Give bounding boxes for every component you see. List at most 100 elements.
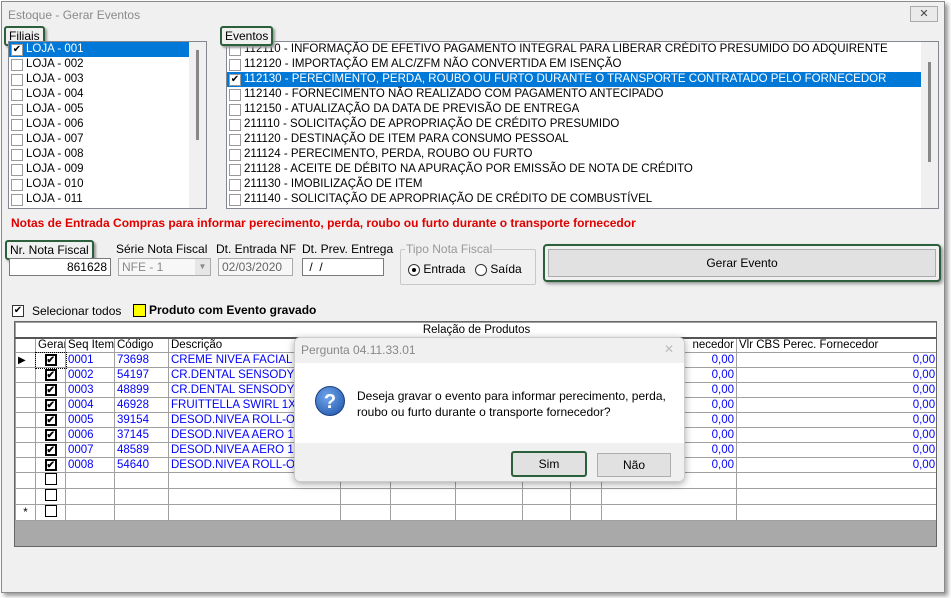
evento-checkbox[interactable] (229, 58, 241, 71)
evento-item-label: 112150 - ATUALIZAÇÃO DA DATA DE PREVISÃO… (244, 103, 580, 115)
gerar-evento-button[interactable]: Gerar Evento (543, 244, 941, 282)
gerar-checkbox[interactable]: ✔ (44, 399, 57, 411)
evento-item[interactable]: 112140 - FORNECIMENTO NÃO REALIZADO COM … (227, 87, 938, 102)
eventos-list[interactable]: 112110 - INFORMAÇÃO DE EFETIVO PAGAMENTO… (226, 41, 939, 209)
evento-item[interactable]: 112150 - ATUALIZAÇÃO DA DATA DE PREVISÃO… (227, 102, 938, 117)
gerar-cell[interactable]: ✔ (34, 351, 67, 369)
column-header[interactable]: Código (114, 337, 169, 353)
filial-item[interactable]: LOJA - 010 (9, 177, 206, 192)
evento-item[interactable]: 211120 - DESTINAÇÃO DE ITEM PARA CONSUMO… (227, 132, 938, 147)
filial-item[interactable]: LOJA - 004 (9, 87, 206, 102)
evento-item[interactable]: 211110 - SOLICITAÇÃO DE APROPRIAÇÃO DE C… (227, 117, 938, 132)
evento-item[interactable]: 112120 - IMPORTAÇÃO EM ALC/ZFM NÃO CONVE… (227, 57, 938, 72)
gerar-cell[interactable]: ✔ (35, 442, 66, 458)
filial-checkbox[interactable] (11, 148, 23, 161)
gerar-cell[interactable]: ✔ (35, 397, 66, 413)
column-header[interactable]: Vlr CBS Perec. Fornecedor (735, 337, 936, 353)
evento-item[interactable]: 112110 - INFORMAÇÃO DE EFETIVO PAGAMENTO… (227, 42, 938, 57)
gerar-cell[interactable]: ✔ (35, 427, 66, 443)
filial-checkbox[interactable]: ✔ (11, 43, 23, 56)
filial-item[interactable]: LOJA - 005 (9, 102, 206, 117)
filial-checkbox[interactable] (11, 118, 23, 131)
filial-item[interactable]: LOJA - 011 (9, 192, 206, 207)
evento-checkbox[interactable] (229, 88, 241, 101)
cell-empty (735, 504, 936, 521)
evento-checkbox[interactable] (229, 193, 241, 206)
filial-item[interactable]: LOJA - 007 (9, 132, 206, 147)
dt-entrada-input[interactable]: 02/03/2020 (218, 258, 293, 276)
scroll-thumb[interactable] (928, 62, 931, 162)
filial-item[interactable]: LOJA - 002 (9, 57, 206, 72)
gerar-cell[interactable]: ✔ (35, 367, 66, 383)
gerar-checkbox[interactable] (44, 489, 57, 501)
evento-checkbox[interactable] (229, 148, 241, 161)
evento-checkbox[interactable] (229, 133, 241, 146)
gerar-checkbox[interactable]: ✔ (44, 429, 57, 441)
column-header[interactable]: Seq Item (65, 337, 115, 353)
filial-checkbox[interactable] (11, 133, 23, 146)
radio-entrada[interactable]: Entrada (408, 262, 465, 276)
filial-checkbox[interactable] (11, 163, 23, 176)
filiais-list[interactable]: ✔ LOJA - 001 LOJA - 002 LOJA - 003 LOJA - 00… (8, 41, 207, 209)
cell-empty (455, 488, 523, 505)
gerar-cell[interactable]: ✔ (35, 412, 66, 428)
evento-checkbox[interactable]: ✔ (229, 73, 241, 86)
filial-checkbox[interactable] (11, 103, 23, 116)
yes-button[interactable]: Sim (511, 451, 587, 477)
gerar-checkbox[interactable]: ✔ (44, 369, 57, 381)
evento-item[interactable]: ✔ 112130 - PERECIMENTO, PERDA, ROUBO OU F… (227, 72, 938, 87)
radio-saida[interactable]: Saída (475, 262, 522, 276)
gerar-cell[interactable] (35, 504, 66, 521)
row-indicator (15, 412, 36, 428)
window-close-button[interactable]: ✕ (910, 6, 938, 22)
gerar-checkbox[interactable] (44, 473, 57, 485)
filial-item[interactable]: LOJA - 009 (9, 162, 206, 177)
gerar-checkbox[interactable]: ✔ (44, 384, 57, 396)
nr-nota-input[interactable]: 861628 (9, 258, 111, 276)
filial-checkbox[interactable] (11, 178, 23, 191)
table-row-empty[interactable] (15, 488, 936, 505)
evento-item[interactable]: 211140 - SOLICITAÇÃO DE APROPRIAÇÃO DE C… (227, 192, 938, 207)
filial-item[interactable]: LOJA - 008 (9, 147, 206, 162)
filial-scrollbar[interactable] (189, 42, 206, 208)
evento-checkbox[interactable] (229, 103, 241, 116)
filial-checkbox[interactable] (11, 193, 23, 206)
gerar-checkbox[interactable]: ✔ (44, 354, 57, 366)
select-all-checkbox[interactable]: ✔ Selecionar todos (12, 304, 121, 318)
evento-checkbox[interactable] (229, 178, 241, 191)
serie-select[interactable]: NFE - 1 ▼ (118, 258, 211, 276)
evento-item[interactable]: 211124 - PERECIMENTO, PERDA, ROUBO OU FU… (227, 147, 938, 162)
gerar-checkbox[interactable]: ✔ (44, 459, 57, 471)
gerar-cell[interactable] (35, 472, 66, 489)
filial-item-label: LOJA - 005 (26, 103, 84, 115)
dt-prev-input[interactable]: / / (302, 258, 384, 276)
evento-scrollbar[interactable] (921, 42, 938, 208)
filial-checkbox[interactable] (11, 88, 23, 101)
evento-item-label: 211120 - DESTINAÇÃO DE ITEM PARA CONSUMO… (244, 133, 569, 145)
filial-checkbox[interactable] (11, 58, 23, 71)
column-header[interactable]: Gerar (35, 337, 66, 353)
gerar-cell[interactable]: ✔ (35, 382, 66, 398)
table-row-empty[interactable]: * (15, 504, 936, 521)
dialog-close-icon[interactable]: ✕ (664, 342, 674, 356)
scroll-thumb[interactable] (196, 50, 199, 140)
filial-checkbox[interactable] (11, 73, 23, 86)
gerar-checkbox[interactable]: ✔ (44, 414, 57, 426)
filial-item[interactable]: LOJA - 006 (9, 117, 206, 132)
no-button[interactable]: Não (597, 453, 671, 477)
filial-item[interactable]: ✔ LOJA - 001 (9, 42, 206, 57)
evento-checkbox[interactable] (229, 118, 241, 131)
cell-empty (570, 488, 602, 505)
cell-cod: 48899 (114, 382, 169, 398)
chevron-down-icon[interactable]: ▼ (195, 259, 210, 275)
filial-item[interactable]: LOJA - 003 (9, 72, 206, 87)
evento-item-label: 112130 - PERECIMENTO, PERDA, ROUBO OU FU… (244, 73, 887, 85)
gerar-checkbox[interactable]: ✔ (44, 444, 57, 456)
cell-empty (168, 488, 341, 505)
evento-item[interactable]: 211128 - ACEITE DE DÉBITO NA APURAÇÃO PO… (227, 162, 938, 177)
evento-item[interactable]: 211130 - IMOBILIZAÇÃO DE ITEM (227, 177, 938, 192)
gerar-cell[interactable] (35, 488, 66, 505)
gerar-checkbox[interactable] (44, 505, 57, 517)
gerar-cell[interactable]: ✔ (35, 457, 66, 473)
evento-checkbox[interactable] (229, 163, 241, 176)
